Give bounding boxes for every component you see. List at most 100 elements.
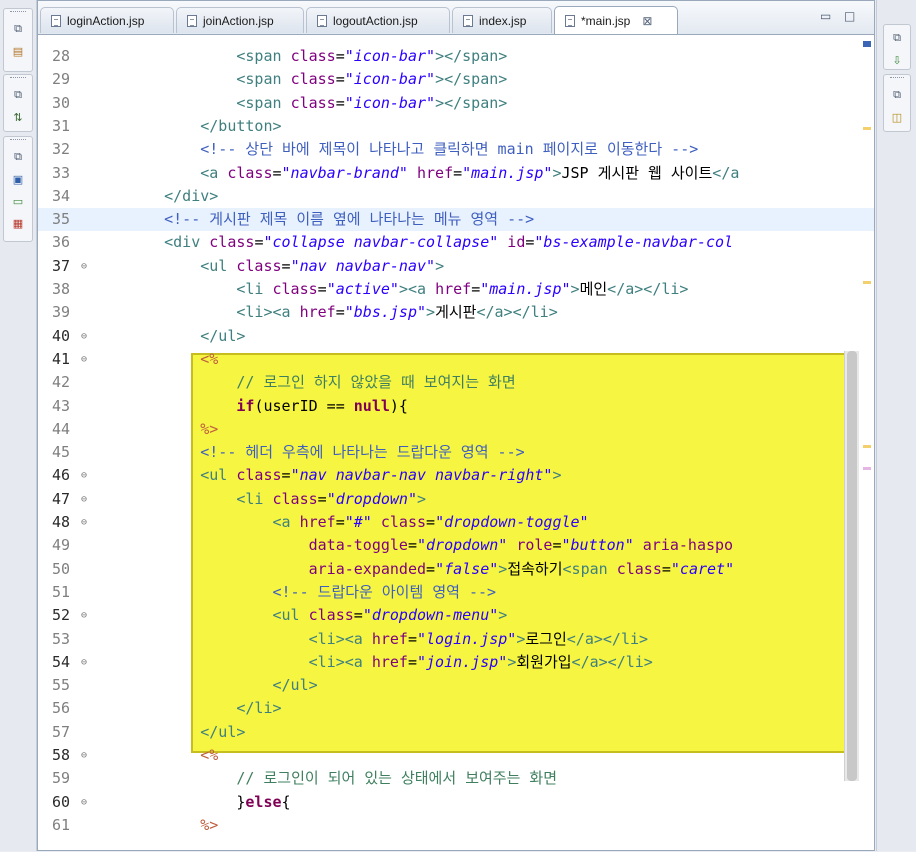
code-line[interactable]: 31 </button> [38,115,874,138]
fold-toggle-icon[interactable]: ⊖ [81,325,87,348]
code-line[interactable]: 41 ⊖ <% [38,348,874,371]
code-token: > [426,303,436,322]
close-icon[interactable]: ⊠ [642,14,652,28]
tab-index[interactable]: index.jsp [452,7,552,33]
restore-icon[interactable]: ⧉ [8,86,28,104]
tab-logoutaction[interactable]: logoutAction.jsp [306,7,450,33]
code-line[interactable]: 55 </ul> [38,674,874,697]
code-line[interactable]: 54 ⊖ <li><a href="join.jsp">회원가입</a></li> [38,651,874,674]
line-number: 43 [52,396,71,415]
code-area[interactable]: 28 <span class="icon-bar"></span> 29 <spa… [38,35,874,852]
fold-toggle-icon[interactable]: ⊖ [81,488,87,511]
code-line[interactable]: 59 // 로그인이 되어 있는 상태에서 보여주는 화면 [38,767,874,790]
code-token: > [552,163,562,182]
code-token: "caret" [670,559,735,578]
code-line[interactable]: 46 ⊖ <ul class="nav navbar-nav navbar-rig… [38,464,874,487]
code-token: </a [712,163,740,182]
file-icon [565,14,575,27]
code-token: > [417,489,427,508]
code-token: "icon-bar" [344,93,436,112]
code-text: </ul> [128,721,245,744]
fold-toggle-icon[interactable]: ⊖ [81,791,87,814]
code-line[interactable]: 45 <!-- 헤더 우측에 나타나는 드랍다운 영역 --> [38,441,874,464]
code-text: <!-- 드랍다운 아이템 영역 --> [128,581,497,604]
code-line[interactable]: 34 </div> [38,185,874,208]
line-number: 31 [52,116,71,135]
line-number: 57 [52,722,71,741]
code-line[interactable]: 33 <a class="navbar-brand" href="main.js… [38,162,874,185]
tab-loginaction[interactable]: loginAction.jsp [40,7,174,33]
restore-icon[interactable]: ⧉ [887,29,907,47]
code-line[interactable]: 47 ⊖ <li class="dropdown"> [38,488,874,511]
code-line[interactable]: 48 ⊖ <a href="#" class="dropdown-toggle" [38,511,874,534]
code-line[interactable]: 43 if(userID == null){ [38,395,874,418]
code-line[interactable]: 49 data-toggle="dropdown" role="button" … [38,534,874,557]
code-token: "icon-bar" [344,47,436,65]
minimize-icon[interactable]: ▭ [820,9,831,23]
code-line[interactable]: 42 // 로그인 하지 않았을 때 보여지는 화면 [38,371,874,394]
fold-toggle-icon[interactable]: ⊖ [81,511,87,534]
code-line[interactable]: 30 <span class="icon-bar"></span> [38,92,874,115]
problems-icon[interactable]: ▦ [8,214,28,232]
code-line[interactable]: 57 </ul> [38,721,874,744]
code-token: <ul [200,466,237,485]
code-token: <span [236,93,291,112]
code-line[interactable]: 56 </li> [38,697,874,720]
code-line[interactable]: 40 ⊖ </ul> [38,325,874,348]
code-line[interactable]: 37 ⊖ <ul class="nav navbar-nav"> [38,255,874,278]
code-line[interactable]: 29 <span class="icon-bar"></span> [38,68,874,91]
code-line[interactable]: 38 <li class="active"><a href="main.jsp"… [38,278,874,301]
code-line[interactable]: 36 <div class="collapse navbar-collapse"… [38,231,874,254]
fold-toggle-icon[interactable]: ⊖ [81,744,87,767]
restore-icon[interactable]: ⧉ [887,86,907,104]
tab-label: logoutAction.jsp [333,13,418,28]
code-token: ){ [389,396,408,415]
fold-toggle-icon[interactable]: ⊖ [81,348,87,371]
code-token: "nav navbar-nav" [290,256,436,275]
maximize-icon[interactable]: □ [844,9,855,23]
trim-grip[interactable] [890,77,904,82]
tab-main[interactable]: *main.jsp ⊠ [554,6,678,34]
code-line[interactable]: 28 <span class="icon-bar"></span> [38,45,874,68]
fold-toggle-icon[interactable]: ⊖ [81,255,87,278]
console-icon[interactable]: ▣ [8,170,28,188]
fold-toggle-icon[interactable]: ⊖ [81,651,87,674]
code-line[interactable]: 61 %> [38,814,874,837]
code-line[interactable]: 35 <!-- 게시판 제목 이름 옆에 나타나는 메뉴 영역 --> [38,208,874,232]
code-text: // 로그인이 되어 있는 상태에서 보여주는 화면 [128,767,557,790]
git-icon[interactable]: ◫ [887,108,907,126]
code-line[interactable]: 44 %> [38,418,874,441]
trim-grip[interactable] [10,77,26,82]
code-token: = [335,303,345,322]
code-line[interactable]: 60 ⊖ }else{ [38,791,874,814]
fold-toggle-icon[interactable]: ⊖ [81,464,87,487]
servers-icon[interactable]: ▭ [8,192,28,210]
trim-grip[interactable] [10,11,26,16]
restore-icon[interactable]: ⧉ [8,20,28,38]
code-line[interactable]: 58 ⊖ <% [38,744,874,767]
fold-toggle-icon[interactable]: ⊖ [81,604,87,627]
code-line[interactable]: 53 <li><a href="login.jsp">로그인</a></li> [38,628,874,651]
download-icon[interactable]: ⇩ [887,51,907,69]
trim-grip[interactable] [10,139,26,144]
outline-icon[interactable]: ⇅ [8,108,28,126]
code-line[interactable]: 52 ⊖ <ul class="dropdown-menu"> [38,604,874,627]
code-token: "bs-example-navbar-col [534,233,734,252]
tab-joinaction[interactable]: joinAction.jsp [176,7,304,33]
restore-icon[interactable]: ⧉ [8,148,28,166]
code-line[interactable]: 32 <!-- 상단 바에 제목이 나타나고 클릭하면 main 페이지로 이동… [38,138,874,161]
code-line[interactable]: 50 aria-expanded="false">접속하기<span class… [38,558,874,581]
code-token: data-toggle [308,536,408,555]
code-text: <% [128,744,218,767]
line-number: 51 [52,582,71,601]
hierarchy-icon[interactable]: ▤ [8,42,28,60]
tab-label: joinAction.jsp [203,13,274,28]
code-token: "dropdown-toggle" [435,513,589,531]
code-line[interactable]: 39 <li><a href="bbs.jsp">게시판</a></li> [38,301,874,324]
code-line[interactable]: 51 <!-- 드랍다운 아이템 영역 --> [38,581,874,604]
